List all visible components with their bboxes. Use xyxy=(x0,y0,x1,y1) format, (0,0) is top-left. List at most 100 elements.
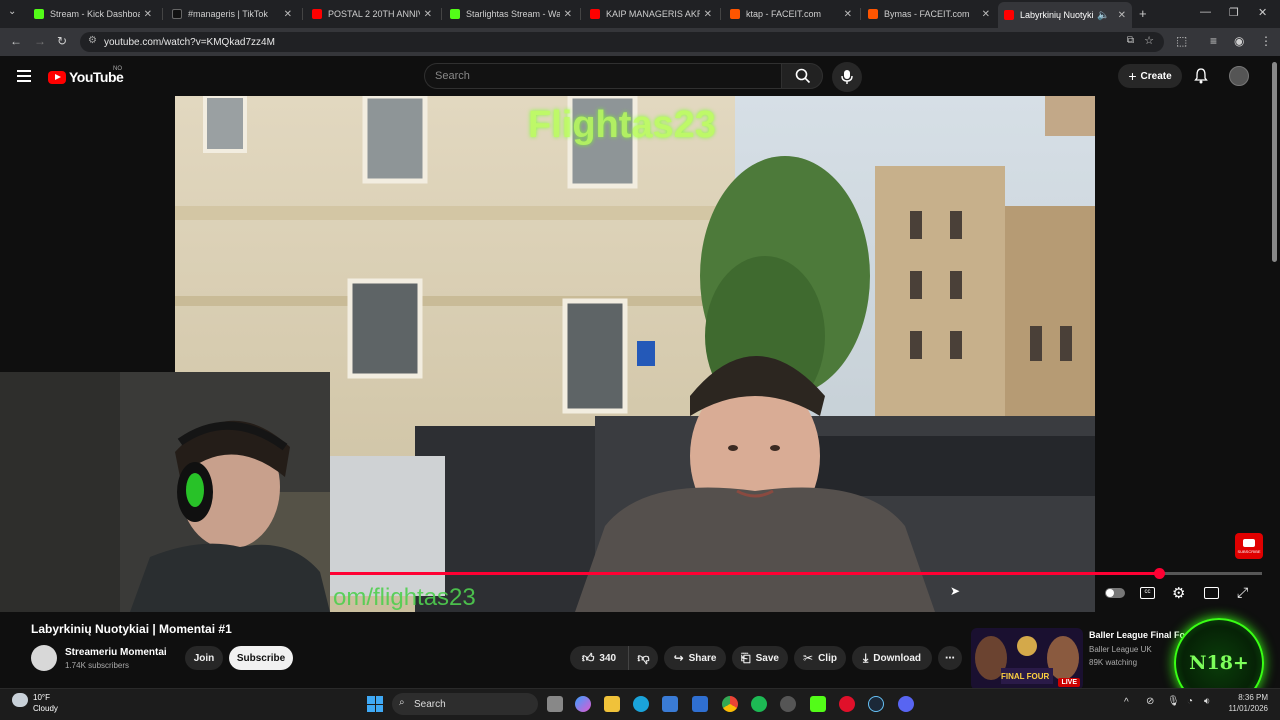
scrubber-handle[interactable] xyxy=(1154,568,1166,579)
miniplayer-icon[interactable] xyxy=(1204,587,1219,599)
close-icon[interactable]: ✕ xyxy=(982,9,990,20)
discord-icon[interactable] xyxy=(898,696,914,712)
join-button[interactable]: Join xyxy=(185,646,223,670)
reload-icon[interactable]: ↻ xyxy=(57,34,67,48)
profile-icon[interactable]: ◉ xyxy=(1234,34,1244,48)
task-view-icon[interactable] xyxy=(547,696,563,712)
close-icon[interactable]: ✕ xyxy=(284,9,292,20)
microphone-tray-icon[interactable]: 🎙︎ xyxy=(1167,696,1180,707)
copilot-icon[interactable] xyxy=(575,696,591,712)
video-progress-bar[interactable] xyxy=(330,568,1262,579)
chrome-menu-icon[interactable]: ⋮ xyxy=(1260,34,1272,48)
kick-app-icon[interactable] xyxy=(810,696,826,712)
install-app-icon[interactable]: ⧉ xyxy=(1127,35,1134,46)
search-button[interactable] xyxy=(781,63,823,89)
wifi-icon[interactable]: ◔ xyxy=(1187,696,1193,707)
fullscreen-icon[interactable]: ⤢ xyxy=(1237,584,1248,601)
close-icon[interactable]: ✕ xyxy=(704,9,712,20)
clip-button[interactable]: ✂ Clip xyxy=(794,646,846,670)
address-bar[interactable]: ⚙ youtube.com/watch?v=KMQkad7zz4M ⧉ ☆ xyxy=(80,32,1164,52)
bookmark-icon: ⎗ xyxy=(741,650,751,665)
media-control-icon[interactable]: ≡ xyxy=(1210,34,1217,48)
download-button[interactable]: ⤓ Download xyxy=(852,646,932,670)
channel-name[interactable]: Streameriu Momentai xyxy=(65,647,167,658)
save-label: Save xyxy=(755,652,779,664)
close-icon[interactable]: ✕ xyxy=(144,9,152,20)
account-avatar[interactable] xyxy=(1229,66,1249,86)
youtube-subscribe-watermark[interactable]: SUBSCRIBE xyxy=(1235,533,1263,559)
search-input[interactable]: Search xyxy=(424,63,782,89)
taskbar-search[interactable]: ⌕ Search xyxy=(392,693,538,715)
back-icon[interactable]: ← xyxy=(10,34,22,48)
tab-label: KAIP MANAGERIS AKROP xyxy=(606,9,700,19)
browser-tab-kaip-manageris[interactable]: KAIP MANAGERIS AKROP ✕ xyxy=(584,3,718,25)
weather-icon[interactable] xyxy=(12,693,28,707)
kick-icon xyxy=(450,9,460,19)
browser-tab-tiktok[interactable]: #manageris | TikTok ✕ xyxy=(166,3,298,25)
settings-gear-icon[interactable]: ⚙ xyxy=(1172,584,1185,602)
file-explorer-icon[interactable] xyxy=(604,696,620,712)
close-icon[interactable]: ✕ xyxy=(1118,10,1126,21)
recommended-channel[interactable]: Baller League UK xyxy=(1089,645,1152,654)
windows-start-icon[interactable] xyxy=(367,696,383,712)
steam-icon[interactable] xyxy=(868,696,884,712)
extensions-icon[interactable]: ⬚ xyxy=(1176,34,1187,48)
dislike-button[interactable]: 👎︎ xyxy=(628,646,658,670)
volume-icon[interactable]: 🔉︎ xyxy=(1204,696,1210,707)
store-icon[interactable] xyxy=(662,696,678,712)
thumbs-down-icon: 👎︎ xyxy=(637,650,650,665)
notifications-bell-icon[interactable] xyxy=(1193,68,1209,84)
chrome-icon[interactable] xyxy=(722,696,738,712)
spotify-icon[interactable] xyxy=(751,696,767,712)
restore-icon[interactable]: ❐ xyxy=(1229,6,1239,19)
chevron-up-icon[interactable]: ^ xyxy=(1124,697,1129,708)
youtube-icon xyxy=(1004,10,1014,20)
taskbar-date[interactable]: 11/01/2026 xyxy=(1224,704,1268,713)
app-icon[interactable] xyxy=(780,696,796,712)
save-button[interactable]: ⎗ Save xyxy=(732,646,788,670)
webcam-overlay xyxy=(0,372,330,612)
browser-tab-starlightas[interactable]: Starlightas Stream - Watc ✕ xyxy=(444,3,578,25)
subscribe-button[interactable]: Subscribe xyxy=(229,646,293,670)
minimize-icon[interactable]: — xyxy=(1200,6,1211,18)
close-icon[interactable]: ✕ xyxy=(844,9,852,20)
weather-condition[interactable]: Cloudy xyxy=(33,704,58,713)
browser-tab-faceit-ktap[interactable]: ktap - FACEIT.com ✕ xyxy=(724,3,858,25)
url-text: youtube.com/watch?v=KMQkad7zz4M xyxy=(104,36,275,48)
weather-temperature[interactable]: 10°F xyxy=(33,693,50,702)
browser-tab-kick[interactable]: Stream - Kick Dashboard ✕ xyxy=(28,3,158,25)
opera-icon[interactable] xyxy=(839,696,855,712)
faceit-icon xyxy=(730,9,740,19)
more-actions-button[interactable]: ⋯ xyxy=(938,646,962,670)
browser-tab-postal[interactable]: POSTAL 2 20TH ANNIVER ✕ xyxy=(306,3,438,25)
hamburger-menu-icon[interactable] xyxy=(17,70,31,82)
share-arrow-icon: ↪ xyxy=(673,651,684,665)
like-button[interactable]: 👍︎ 340 xyxy=(570,646,628,670)
tab-search-chevron-icon[interactable]: ⌄ xyxy=(8,6,16,17)
close-icon[interactable]: ✕ xyxy=(424,9,432,20)
captions-icon[interactable]: cc xyxy=(1140,587,1155,599)
page-scrollbar[interactable] xyxy=(1272,62,1277,262)
site-info-icon[interactable]: ⚙ xyxy=(88,35,97,46)
taskbar-clock[interactable]: 8:36 PM xyxy=(1224,693,1268,702)
browser-tab-active[interactable]: Labyrkinių Nuotykiai 🔈 ✕ xyxy=(998,2,1132,28)
new-tab-icon[interactable]: + xyxy=(1139,6,1147,21)
edge-icon[interactable] xyxy=(633,696,649,712)
bookmark-star-icon[interactable]: ☆ xyxy=(1144,34,1154,47)
create-button[interactable]: + Create xyxy=(1118,64,1182,88)
close-icon[interactable]: ✕ xyxy=(564,9,572,20)
speaker-icon[interactable]: 🔈 xyxy=(1097,10,1109,21)
share-button[interactable]: ↪ Share xyxy=(664,646,726,670)
window-close-icon[interactable]: ✕ xyxy=(1258,6,1267,19)
autoplay-toggle[interactable] xyxy=(1105,588,1125,598)
video-title: Labyrkinių Nuotykiai | Momentai #1 xyxy=(31,622,232,636)
channel-avatar[interactable] xyxy=(31,645,57,671)
outlook-icon[interactable] xyxy=(692,696,708,712)
search-icon xyxy=(795,68,811,84)
voice-search-button[interactable] xyxy=(832,62,862,92)
recommended-video-thumbnail[interactable]: FINAL FOUR LIVE xyxy=(971,628,1083,690)
download-label: Download xyxy=(873,652,922,664)
network-off-icon[interactable]: ⊘ xyxy=(1146,696,1154,707)
forward-icon[interactable]: → xyxy=(34,34,46,48)
browser-tab-faceit-bymas[interactable]: Bymas - FACEIT.com ✕ xyxy=(862,3,996,25)
